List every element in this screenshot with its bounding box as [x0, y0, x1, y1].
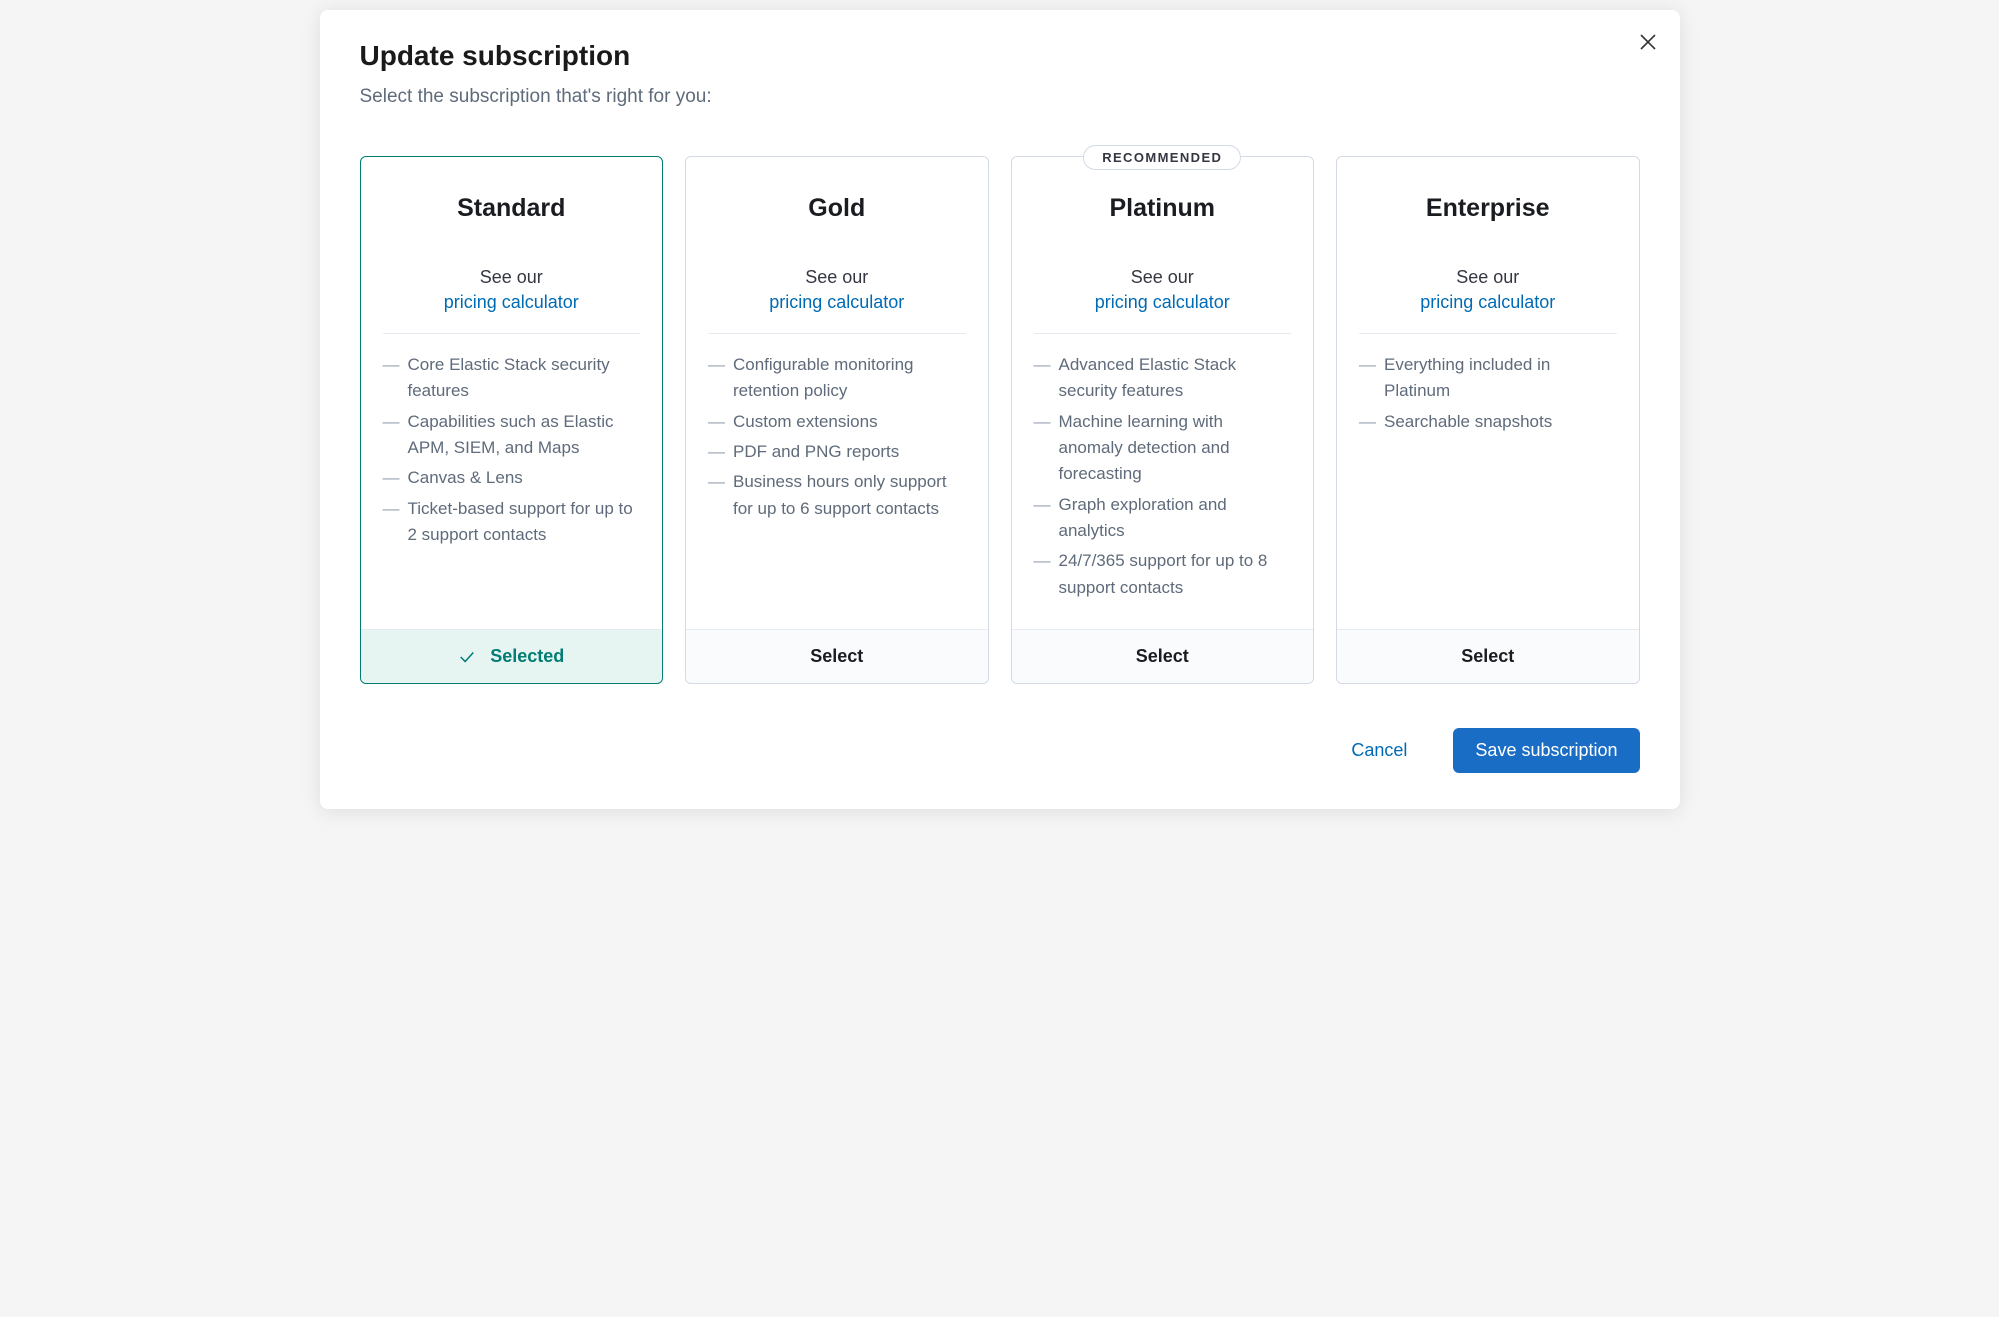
- list-item: — PDF and PNG reports: [708, 439, 966, 465]
- recommended-badge: RECOMMENDED: [1083, 145, 1241, 170]
- dash-icon: —: [383, 352, 400, 378]
- divider: [1034, 333, 1292, 334]
- plan-card-enterprise[interactable]: Enterprise See our pricing calculator — E…: [1336, 156, 1640, 684]
- list-item: — Core Elastic Stack security features: [383, 352, 641, 405]
- dash-icon: —: [383, 465, 400, 491]
- feature-text: Advanced Elastic Stack security features: [1059, 352, 1292, 405]
- dash-icon: —: [1034, 409, 1051, 435]
- plan-body: Enterprise See our pricing calculator — E…: [1337, 157, 1639, 629]
- plan-body: Standard See our pricing calculator — Cor…: [361, 157, 663, 629]
- list-item: — Custom extensions: [708, 409, 966, 435]
- plan-body: Gold See our pricing calculator — Configu…: [686, 157, 988, 629]
- pricing-calculator-link[interactable]: pricing calculator: [708, 292, 966, 313]
- selected-label: Selected: [490, 646, 564, 667]
- save-subscription-button[interactable]: Save subscription: [1453, 728, 1639, 773]
- dash-icon: —: [708, 469, 725, 495]
- see-our-label: See our: [383, 267, 641, 288]
- list-item: — Advanced Elastic Stack security feature…: [1034, 352, 1292, 405]
- feature-text: Business hours only support for up to 6 …: [733, 469, 966, 522]
- dash-icon: —: [708, 352, 725, 378]
- plan-title: Gold: [708, 194, 966, 223]
- dash-icon: —: [1359, 352, 1376, 378]
- divider: [1359, 333, 1617, 334]
- pricing-calculator-link[interactable]: pricing calculator: [383, 292, 641, 313]
- close-button[interactable]: [1638, 32, 1658, 52]
- pricing-calculator-link[interactable]: pricing calculator: [1359, 292, 1617, 313]
- feature-text: Canvas & Lens: [408, 465, 523, 491]
- feature-text: Machine learning with anomaly detection …: [1059, 409, 1292, 488]
- feature-list: — Core Elastic Stack security features — C…: [383, 352, 641, 548]
- dash-icon: —: [1034, 352, 1051, 378]
- check-icon: [458, 648, 476, 666]
- list-item: — Configurable monitoring retention polic…: [708, 352, 966, 405]
- list-item: — Machine learning with anomaly detection…: [1034, 409, 1292, 488]
- plan-title: Enterprise: [1359, 194, 1617, 223]
- list-item: — Ticket-based support for up to 2 suppor…: [383, 496, 641, 549]
- list-item: — 24/7/365 support for up to 8 support co…: [1034, 548, 1292, 601]
- plan-title: Platinum: [1034, 194, 1292, 223]
- plan-select-button[interactable]: Select: [1337, 629, 1639, 683]
- list-item: — Everything included in Platinum: [1359, 352, 1617, 405]
- feature-list: — Configurable monitoring retention polic…: [708, 352, 966, 522]
- plan-select-button[interactable]: Select: [1012, 629, 1314, 683]
- list-item: — Graph exploration and analytics: [1034, 492, 1292, 545]
- see-our-label: See our: [1359, 267, 1617, 288]
- feature-list: — Advanced Elastic Stack security feature…: [1034, 352, 1292, 601]
- plan-footer-selected[interactable]: Selected: [361, 629, 663, 683]
- dash-icon: —: [383, 496, 400, 522]
- divider: [708, 333, 966, 334]
- feature-text: Everything included in Platinum: [1384, 352, 1617, 405]
- plan-title: Standard: [383, 194, 641, 223]
- list-item: — Capabilities such as Elastic APM, SIEM,…: [383, 409, 641, 462]
- feature-text: 24/7/365 support for up to 8 support con…: [1059, 548, 1292, 601]
- close-icon: [1638, 32, 1658, 52]
- dash-icon: —: [383, 409, 400, 435]
- see-our-label: See our: [1034, 267, 1292, 288]
- modal-actions: Cancel Save subscription: [360, 728, 1640, 773]
- feature-text: Ticket-based support for up to 2 support…: [408, 496, 641, 549]
- plan-card-gold[interactable]: Gold See our pricing calculator — Configu…: [685, 156, 989, 684]
- see-our-label: See our: [708, 267, 966, 288]
- dash-icon: —: [1034, 548, 1051, 574]
- modal-title: Update subscription: [360, 40, 1640, 72]
- plan-card-platinum[interactable]: RECOMMENDED Platinum See our pricing cal…: [1011, 156, 1315, 684]
- dash-icon: —: [708, 409, 725, 435]
- dash-icon: —: [708, 439, 725, 465]
- modal-subtitle: Select the subscription that's right for…: [360, 86, 1640, 108]
- feature-text: PDF and PNG reports: [733, 439, 899, 465]
- divider: [383, 333, 641, 334]
- plan-card-standard[interactable]: Standard See our pricing calculator — Cor…: [360, 156, 664, 684]
- list-item: — Business hours only support for up to 6…: [708, 469, 966, 522]
- feature-text: Custom extensions: [733, 409, 878, 435]
- plan-select-button[interactable]: Select: [686, 629, 988, 683]
- feature-text: Core Elastic Stack security features: [408, 352, 641, 405]
- list-item: — Canvas & Lens: [383, 465, 641, 491]
- plan-body: Platinum See our pricing calculator — Adv…: [1012, 157, 1314, 629]
- dash-icon: —: [1359, 409, 1376, 435]
- feature-text: Searchable snapshots: [1384, 409, 1552, 435]
- feature-text: Configurable monitoring retention policy: [733, 352, 966, 405]
- feature-text: Graph exploration and analytics: [1059, 492, 1292, 545]
- pricing-calculator-link[interactable]: pricing calculator: [1034, 292, 1292, 313]
- plans-row: Standard See our pricing calculator — Cor…: [360, 156, 1640, 684]
- list-item: — Searchable snapshots: [1359, 409, 1617, 435]
- update-subscription-modal: Update subscription Select the subscript…: [320, 10, 1680, 809]
- feature-list: — Everything included in Platinum — Search…: [1359, 352, 1617, 435]
- cancel-button[interactable]: Cancel: [1329, 728, 1429, 773]
- dash-icon: —: [1034, 492, 1051, 518]
- feature-text: Capabilities such as Elastic APM, SIEM, …: [408, 409, 641, 462]
